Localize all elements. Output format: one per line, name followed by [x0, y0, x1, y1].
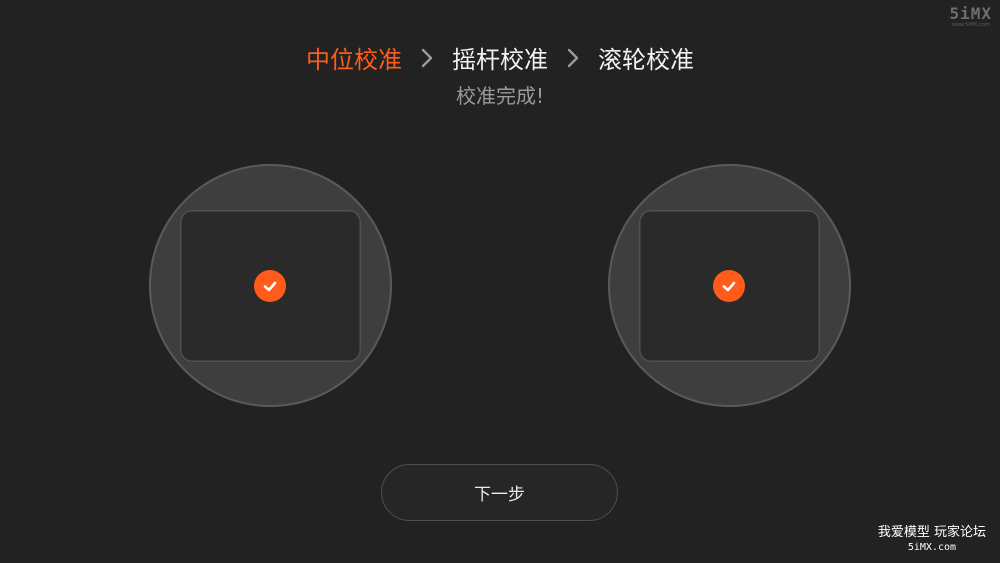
- step-wheel-calibration: 滚轮校准: [598, 46, 694, 74]
- watermark-forum: 我爱模型 玩家论坛 5iMX.com: [878, 524, 986, 555]
- right-stick-pad: [639, 210, 820, 362]
- check-icon: [713, 270, 745, 302]
- watermark-forum-url: 5iMX.com: [907, 542, 957, 553]
- check-icon: [254, 270, 286, 302]
- calibration-status-text: 校准完成!: [455, 84, 545, 108]
- chevron-right-icon: [566, 47, 580, 69]
- right-stick-indicator: [608, 164, 851, 407]
- watermark-logo: 5iMX www.5iMX.com: [949, 4, 992, 29]
- left-stick-indicator: [149, 164, 392, 407]
- calibration-screen: 5iMX www.5iMX.com 中位校准 摇杆校准 滚轮校准 校准完成! 下…: [0, 0, 1000, 563]
- step-center-calibration: 中位校准: [306, 46, 402, 74]
- watermark-forum-name: 我爱模型 玩家论坛: [877, 525, 986, 540]
- chevron-right-icon: [420, 47, 434, 69]
- watermark-logo-text: 5iMX: [949, 4, 992, 23]
- next-step-button[interactable]: 下一步: [381, 464, 618, 521]
- calibration-steps: 中位校准 摇杆校准 滚轮校准: [0, 40, 1000, 75]
- step-stick-calibration: 摇杆校准: [452, 46, 548, 74]
- watermark-logo-url: www.5iMX.com: [951, 22, 990, 28]
- left-stick-pad: [180, 210, 361, 362]
